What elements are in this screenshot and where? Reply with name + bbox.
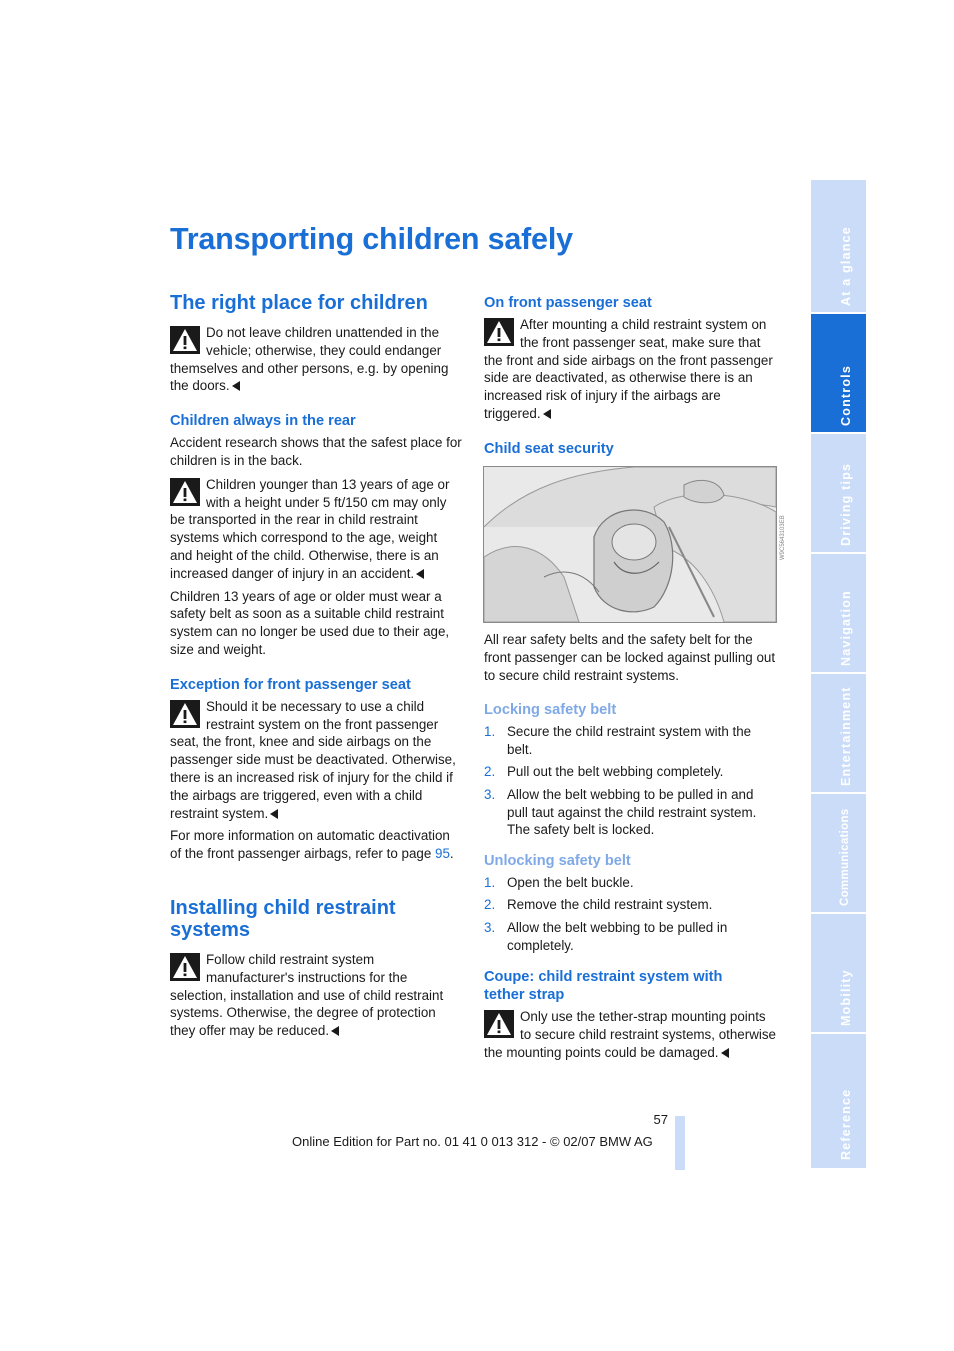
warning-front-seat: After mounting a child restraint system … [484, 317, 773, 421]
warning-unattended: Do not leave children unattended in the … [170, 325, 449, 394]
warning-installing: Follow child restraint system manufactur… [170, 951, 444, 1039]
warning-icon [484, 1010, 514, 1039]
tab-reference[interactable]: Reference [811, 1034, 866, 1168]
end-mark-icon [270, 808, 279, 819]
tab-communications[interactable]: Communications [811, 794, 866, 914]
tab-at-a-glance[interactable]: At a glance [811, 180, 866, 314]
heading-exception: Exception for front passenger seat [170, 676, 411, 693]
end-mark-icon [542, 408, 551, 419]
rear-text: Accident research shows that the safest … [170, 435, 462, 468]
end-mark-icon [231, 381, 240, 392]
child-seat-figure [483, 466, 777, 623]
warning-icon [484, 318, 514, 346]
footer-bar [675, 1116, 685, 1170]
heading-coupe: Coupe: child restraint system with tethe… [484, 969, 723, 1004]
list-item: 3. Allow the belt webbing to be pulled in… [484, 786, 757, 838]
warning-icon [170, 477, 200, 506]
end-mark-icon [416, 568, 425, 579]
heading-right-place: The right place for children [170, 292, 428, 314]
page-link[interactable]: 95 [435, 846, 450, 861]
warning-coupe: Only use the tether-strap mounting point… [484, 1009, 777, 1060]
heading-installing: Installing child restraint systems [170, 896, 396, 941]
right-column: On front passenger seat After mounting a… [484, 294, 776, 458]
section-sidebar: At a glance Controls Driving tips Naviga… [811, 180, 866, 1168]
end-mark-icon [331, 1026, 340, 1037]
tab-mobility[interactable]: Mobility [811, 914, 866, 1034]
warning-exception: Should it be necessary to use a child re… [170, 698, 456, 821]
end-mark-icon [720, 1047, 729, 1058]
heading-front-seat: On front passenger seat [484, 295, 652, 311]
child-seat-illustration [484, 467, 776, 622]
warning-rear: Children younger than 13 years of age or… [170, 476, 450, 581]
warning-icon [170, 952, 200, 981]
tab-entertainment[interactable]: Entertainment [811, 674, 866, 794]
page-title: Transporting children safely [170, 222, 573, 256]
heading-security: Child seat security [484, 440, 614, 457]
tab-controls[interactable]: Controls [811, 314, 866, 434]
warning-icon [170, 699, 200, 728]
footer-text: Online Edition for Part no. 01 41 0 013 … [292, 1134, 653, 1149]
list-item: 1. Open the belt buckle. [484, 875, 634, 891]
exception-more-info: For more information on automatic deacti… [170, 828, 454, 862]
left-column: The right place for children Do not leav… [170, 292, 462, 1040]
list-item: 2. Remove the child restraint system. [484, 897, 713, 913]
security-text: All rear safety belts and the safety bel… [484, 632, 776, 683]
list-item: 2. Pull out the belt webbing completely. [484, 764, 724, 780]
tab-navigation[interactable]: Navigation [811, 554, 866, 674]
right-column-lower: All rear safety belts and the safety bel… [484, 631, 776, 1062]
list-item: 1. Secure the child restraint system with… [484, 724, 752, 758]
warning-icon [170, 326, 200, 354]
heading-rear: Children always in the rear [170, 413, 356, 430]
heading-locking: Locking safety belt [484, 702, 617, 719]
list-item: 3. Allow the belt webbing to be pulled in… [484, 919, 728, 953]
heading-unlocking: Unlocking safety belt [484, 853, 631, 870]
locking-steps: 1. Secure the child restraint system with… [484, 723, 776, 839]
rear-text-2: Children 13 years of age or older must w… [170, 588, 450, 657]
tab-driving-tips[interactable]: Driving tips [811, 434, 866, 554]
figure-code: W9C5643103EB [780, 515, 786, 560]
page-number: 57 [653, 1112, 668, 1127]
unlocking-steps: 1. Open the belt buckle. 2. Remove the chi… [484, 874, 776, 954]
